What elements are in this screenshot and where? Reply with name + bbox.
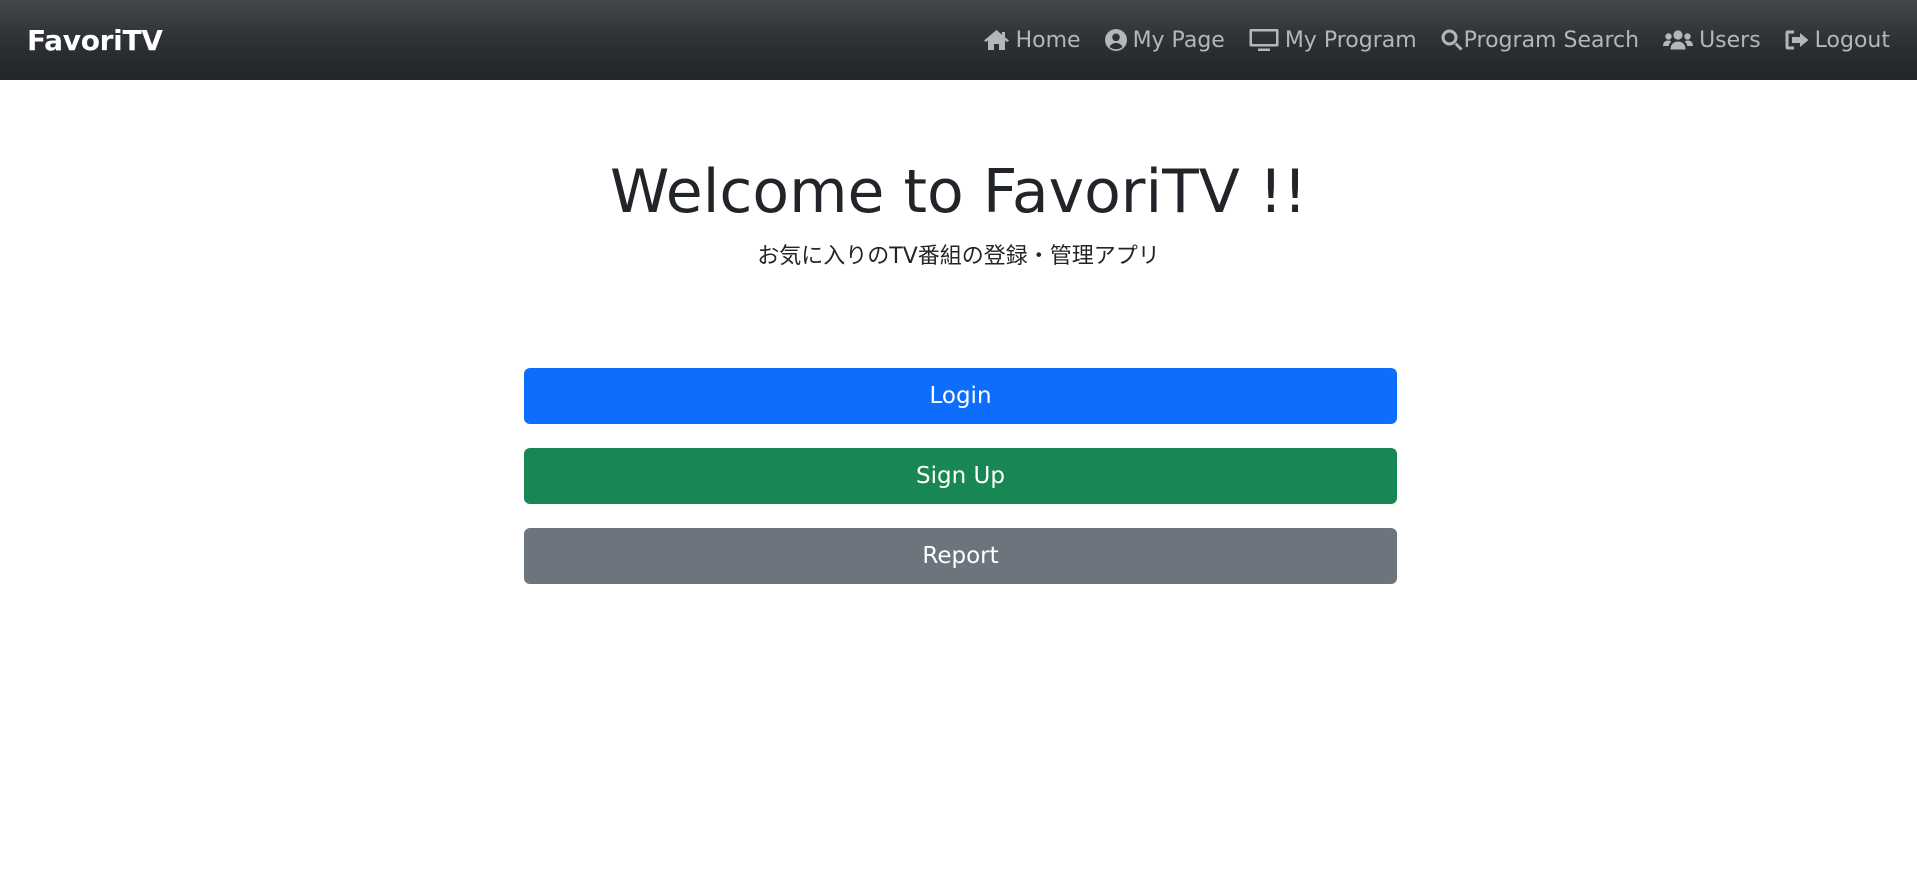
login-button[interactable]: Login (524, 368, 1397, 424)
page-title: Welcome to FavoriTV !! (609, 157, 1308, 227)
nav-link-program-search[interactable]: Program Search (1441, 28, 1639, 53)
nav-link-home-label: Home (1015, 27, 1081, 53)
nav-link-my-program[interactable]: My Program (1249, 28, 1417, 53)
tv-icon (1249, 28, 1279, 52)
nav-link-users[interactable]: Users (1663, 28, 1761, 53)
nav-link-logout[interactable]: Logout (1785, 28, 1890, 53)
nav-link-program-search-label: Program Search (1463, 27, 1640, 53)
nav-link-my-page[interactable]: My Page (1104, 27, 1225, 53)
hero: Welcome to FavoriTV !! お気に入りのTV番組の登録・管理ア… (0, 150, 1917, 270)
navbar: FavoriTV Home My Page My Program Program… (0, 0, 1917, 80)
nav-link-my-program-label: My Program (1284, 27, 1417, 53)
nav-links: Home My Page My Program Program Search U… (983, 28, 1890, 53)
brand-link[interactable]: FavoriTV (27, 24, 163, 57)
user-circle-icon (1104, 29, 1127, 51)
signup-button[interactable]: Sign Up (524, 448, 1397, 504)
nav-link-logout-label: Logout (1814, 27, 1890, 53)
page-subtitle: お気に入りのTV番組の登録・管理アプリ (757, 244, 1160, 269)
users-icon (1663, 29, 1694, 51)
home-icon (983, 29, 1010, 51)
logout-icon (1785, 29, 1809, 51)
nav-link-users-label: Users (1699, 27, 1761, 53)
report-button[interactable]: Report (524, 528, 1397, 584)
nav-link-my-page-label: My Page (1132, 27, 1225, 53)
search-icon (1441, 29, 1463, 51)
nav-link-home[interactable]: Home (983, 28, 1081, 53)
